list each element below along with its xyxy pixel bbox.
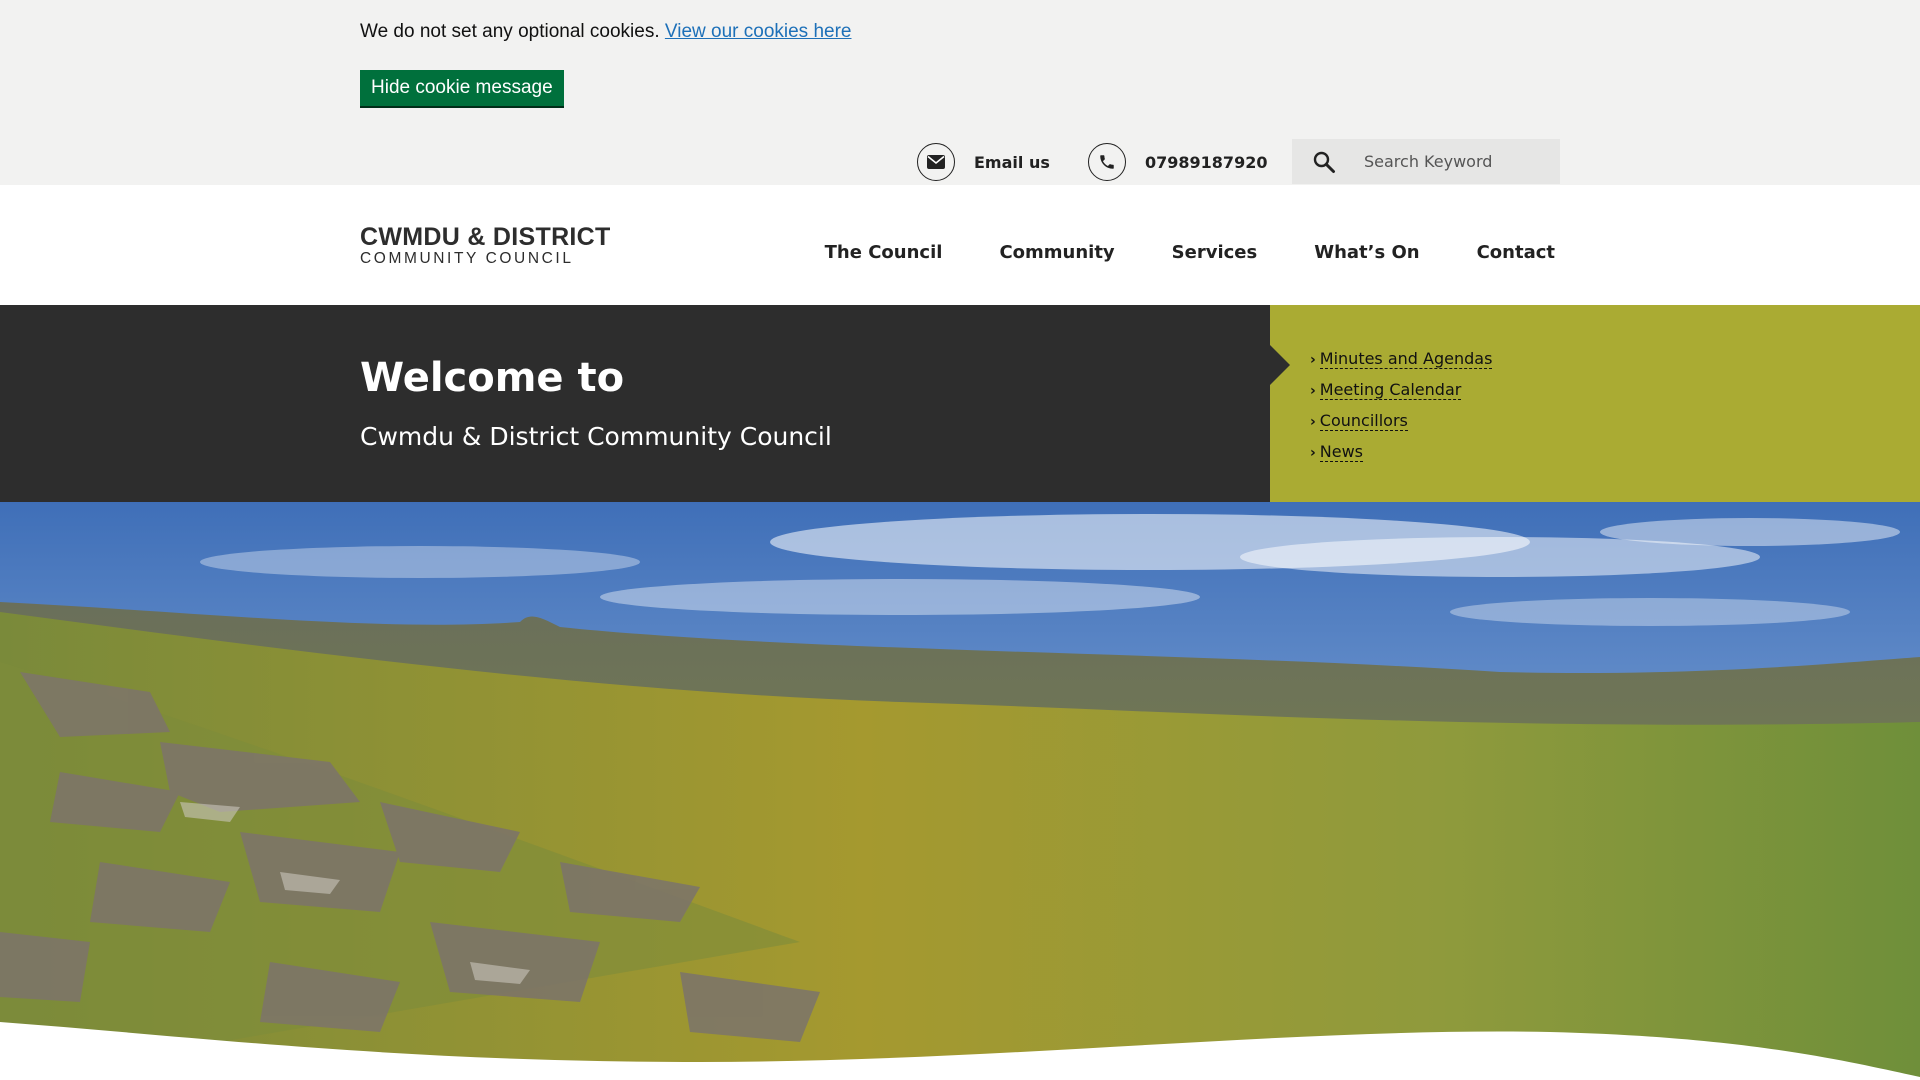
quick-link-label: Minutes and Agendas	[1319, 349, 1493, 369]
logo-line-2: COMMUNITY COUNCIL	[360, 250, 574, 267]
quick-link-councillors[interactable]: › Councillors	[1310, 406, 1492, 437]
nav-the-council[interactable]: The Council	[825, 242, 943, 263]
main-nav: The Council Community Services What’s On…	[768, 242, 1555, 263]
nav-community[interactable]: Community	[999, 242, 1114, 263]
search-icon[interactable]	[1309, 147, 1339, 177]
site-logo[interactable]: CWMDU & DISTRICT COMMUNITY COUNCIL	[360, 225, 611, 268]
quick-links-list: › Minutes and Agendas › Meeting Calendar…	[1310, 344, 1493, 468]
logo-line-1: CWMDU & DISTRICT	[360, 223, 611, 251]
cookie-banner: We do not set any optional cookies. View…	[0, 0, 1920, 185]
chevron-right-icon: ›	[1310, 382, 1316, 399]
nav-services[interactable]: Services	[1172, 242, 1258, 263]
quick-links-panel: › Minutes and Agendas › Meeting Calendar…	[1270, 305, 1920, 502]
nav-contact[interactable]: Contact	[1477, 242, 1555, 263]
search-input[interactable]	[1364, 152, 1554, 171]
phone-number: 07989187920	[1145, 152, 1268, 172]
envelope-icon	[917, 143, 955, 181]
hide-cookie-button[interactable]: Hide cookie message	[360, 70, 564, 108]
chevron-right-icon: ›	[1310, 413, 1316, 430]
site-header: CWMDU & DISTRICT COMMUNITY COUNCIL The C…	[0, 185, 1920, 305]
quick-link-meeting-calendar[interactable]: › Meeting Calendar	[1310, 375, 1492, 406]
email-us-label: Email us	[974, 152, 1050, 172]
welcome-title: Welcome to	[360, 355, 625, 401]
chevron-right-icon: ›	[1310, 444, 1316, 461]
view-cookies-link[interactable]: View our cookies here	[665, 21, 852, 42]
quick-link-label: Councillors	[1319, 411, 1408, 431]
nav-whats-on[interactable]: What’s On	[1314, 242, 1419, 263]
phone-icon	[1088, 143, 1126, 181]
search-box	[1292, 139, 1560, 184]
cookie-message: We do not set any optional cookies. View…	[360, 21, 851, 43]
phone-link[interactable]: 07989187920	[1088, 143, 1267, 181]
quick-link-label: News	[1319, 442, 1364, 462]
quick-link-label: Meeting Calendar	[1319, 380, 1462, 400]
quick-link-minutes-agendas[interactable]: › Minutes and Agendas	[1310, 344, 1493, 375]
quick-link-news[interactable]: › News	[1310, 437, 1492, 468]
chevron-right-icon: ›	[1310, 351, 1316, 368]
welcome-subtitle: Cwmdu & District Community Council	[360, 422, 832, 451]
email-us-link[interactable]: Email us	[917, 143, 1050, 181]
hero-landscape-image	[0, 502, 1920, 1080]
welcome-banner: Welcome to Cwmdu & District Community Co…	[0, 305, 1270, 502]
cookie-message-text: We do not set any optional cookies.	[360, 21, 665, 42]
